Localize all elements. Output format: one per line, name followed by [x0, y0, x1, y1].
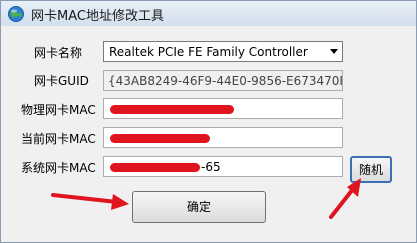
- redaction-mark: [110, 163, 200, 172]
- system-mac-field[interactable]: -65: [103, 156, 343, 177]
- system-mac-visible-suffix: -65: [201, 160, 221, 174]
- system-mac-label: 系统网卡MAC: [21, 161, 96, 175]
- redaction-mark: [110, 105, 234, 114]
- adapter-select[interactable]: Realtek PCIe FE Family Controller: [103, 41, 343, 62]
- annotation-arrow-up: [329, 178, 361, 219]
- adapter-guid-label: 网卡GUID: [34, 74, 89, 88]
- adapter-guid-value: {43AB8249-46F9-44E0-9856-E673470E99: [108, 74, 343, 88]
- chevron-down-icon[interactable]: [330, 49, 338, 54]
- title-bar: 网卡MAC地址修改工具: [1, 1, 416, 26]
- adapter-guid-field[interactable]: {43AB8249-46F9-44E0-9856-E673470E99: [103, 70, 343, 91]
- window-title: 网卡MAC地址修改工具: [31, 9, 164, 24]
- ok-button[interactable]: 确定: [132, 191, 266, 223]
- adapter-name-label: 网卡名称: [34, 46, 83, 60]
- adapter-select-value: Realtek PCIe FE Family Controller: [109, 45, 308, 59]
- annotation-arrow-right: [51, 193, 129, 210]
- physical-mac-field[interactable]: [103, 98, 343, 119]
- physical-mac-label: 物理网卡MAC: [21, 103, 96, 117]
- redaction-mark: [110, 134, 210, 143]
- app-window: 网卡MAC地址修改工具 网卡名称 Realtek PCIe FE Family …: [0, 0, 417, 243]
- current-mac-field[interactable]: [103, 127, 343, 148]
- current-mac-label: 当前网卡MAC: [21, 132, 96, 146]
- network-globe-icon: [8, 6, 24, 22]
